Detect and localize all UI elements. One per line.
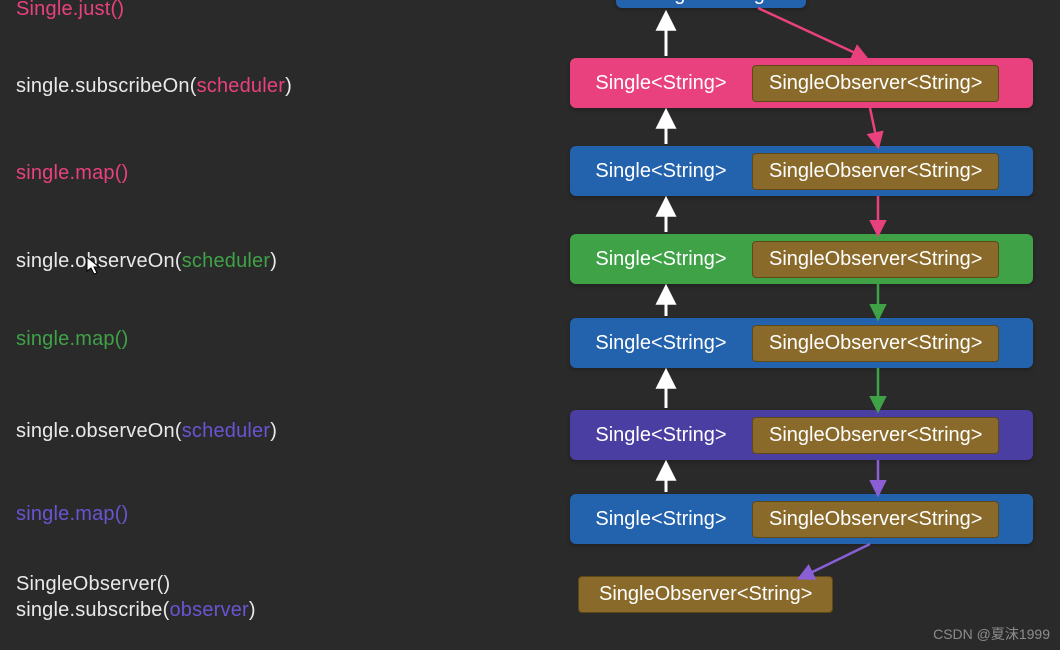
watermark: CSDN @夏沫1999 [933,624,1050,644]
scheduler-arg: scheduler [197,75,286,97]
op-map-3: single.map() [16,503,128,526]
observer-label: SingleObserver<String> [752,325,999,362]
paren: ) [285,75,292,97]
box-row-1: Single<String> SingleObserver<String> [570,58,1033,108]
paren: ) [270,250,277,272]
op-map-1: single.map() [16,162,128,185]
box-row-4: Single<String> SingleObserver<String> [570,318,1033,368]
box-row-7: SingleObserver<String> [578,576,833,613]
box-row-2: Single<String> SingleObserver<String> [570,146,1033,196]
paren: ) [270,420,277,442]
op-observeon-1: single.observeOn(scheduler) [16,250,277,273]
text: single.observeOn( [16,420,182,442]
op-observeon-2: single.observeOn(scheduler) [16,420,277,443]
single-label: Single<String> [586,248,736,271]
op-just: Single.just() [16,0,124,21]
text: single.observeOn( [16,250,182,272]
observer-label: SingleObserver<String> [752,501,999,538]
observer-arg: observer [169,599,248,621]
observer-label: SingleObserver<String> [752,153,999,190]
observer-label: SingleObserver<String> [578,576,833,613]
observer-label: SingleObserver<String> [752,417,999,454]
single-label: Single<String> [586,332,736,355]
observer-label: SingleObserver<String> [752,241,999,278]
scheduler-arg: scheduler [182,420,271,442]
single-label: Single<String> [586,72,736,95]
op-map-2: single.map() [16,328,128,351]
observer-label: SingleObserver<String> [752,65,999,102]
single-label: Single<String> [586,424,736,447]
single-label: Single<String> [586,508,736,531]
diagram-stage: Single.just() single.subscribeOn(schedul… [0,0,1060,650]
box-row-3: Single<String> SingleObserver<String> [570,234,1033,284]
single-label: Single<String> [616,0,806,6]
paren: ) [249,599,256,621]
box-row-0: Single<String> [616,0,806,8]
scheduler-arg: scheduler [182,250,271,272]
downstream-arrows-pink [758,8,878,234]
box-row-6: Single<String> SingleObserver<String> [570,494,1033,544]
op-subscribeon: single.subscribeOn(scheduler) [16,75,292,98]
op-observer-ctor: SingleObserver() [16,573,170,596]
op-subscribe: single.subscribe(observer) [16,599,256,622]
text: single.subscribe( [16,599,169,621]
box-row-5: Single<String> SingleObserver<String> [570,410,1033,460]
single-label: Single<String> [586,160,736,183]
text: single.subscribeOn( [16,75,197,97]
